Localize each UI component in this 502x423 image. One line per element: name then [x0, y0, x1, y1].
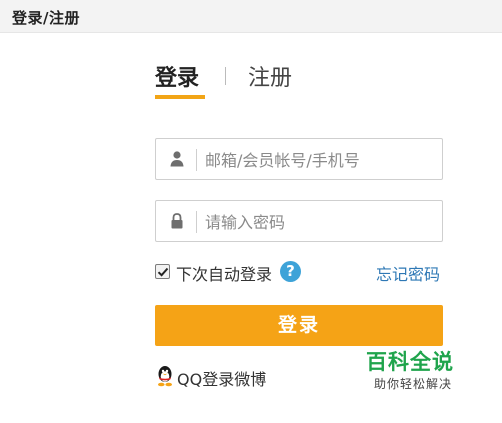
page-title: 登录/注册 [12, 9, 80, 27]
login-button[interactable]: 登录 [155, 305, 443, 346]
help-icon[interactable]: ? [280, 261, 301, 282]
watermark: 百科全说 助你轻松解决 [366, 346, 466, 394]
username-field[interactable] [155, 138, 443, 180]
password-input[interactable] [205, 209, 433, 235]
tab-login[interactable]: 登录 [155, 60, 199, 92]
remember-me-label[interactable]: 下次自动登录 [176, 261, 272, 285]
tab-register[interactable]: 注册 [248, 60, 292, 92]
lock-icon [168, 212, 186, 230]
password-field[interactable] [155, 200, 443, 242]
username-input[interactable] [205, 147, 433, 173]
tab-divider [225, 67, 226, 85]
remember-me-checkbox[interactable] [155, 264, 170, 279]
qq-penguin-icon [155, 365, 175, 387]
field-divider [196, 211, 197, 233]
user-icon [168, 150, 186, 168]
watermark-title: 百科全说 [366, 350, 454, 374]
active-tab-indicator [155, 95, 205, 99]
qq-login-label: QQ登录微博 [177, 370, 267, 389]
forgot-password-link[interactable]: 忘记密码 [376, 261, 440, 285]
watermark-subtitle: 助你轻松解决 [374, 377, 453, 391]
header-bar: 登录/注册 [0, 0, 502, 33]
field-divider [196, 149, 197, 171]
